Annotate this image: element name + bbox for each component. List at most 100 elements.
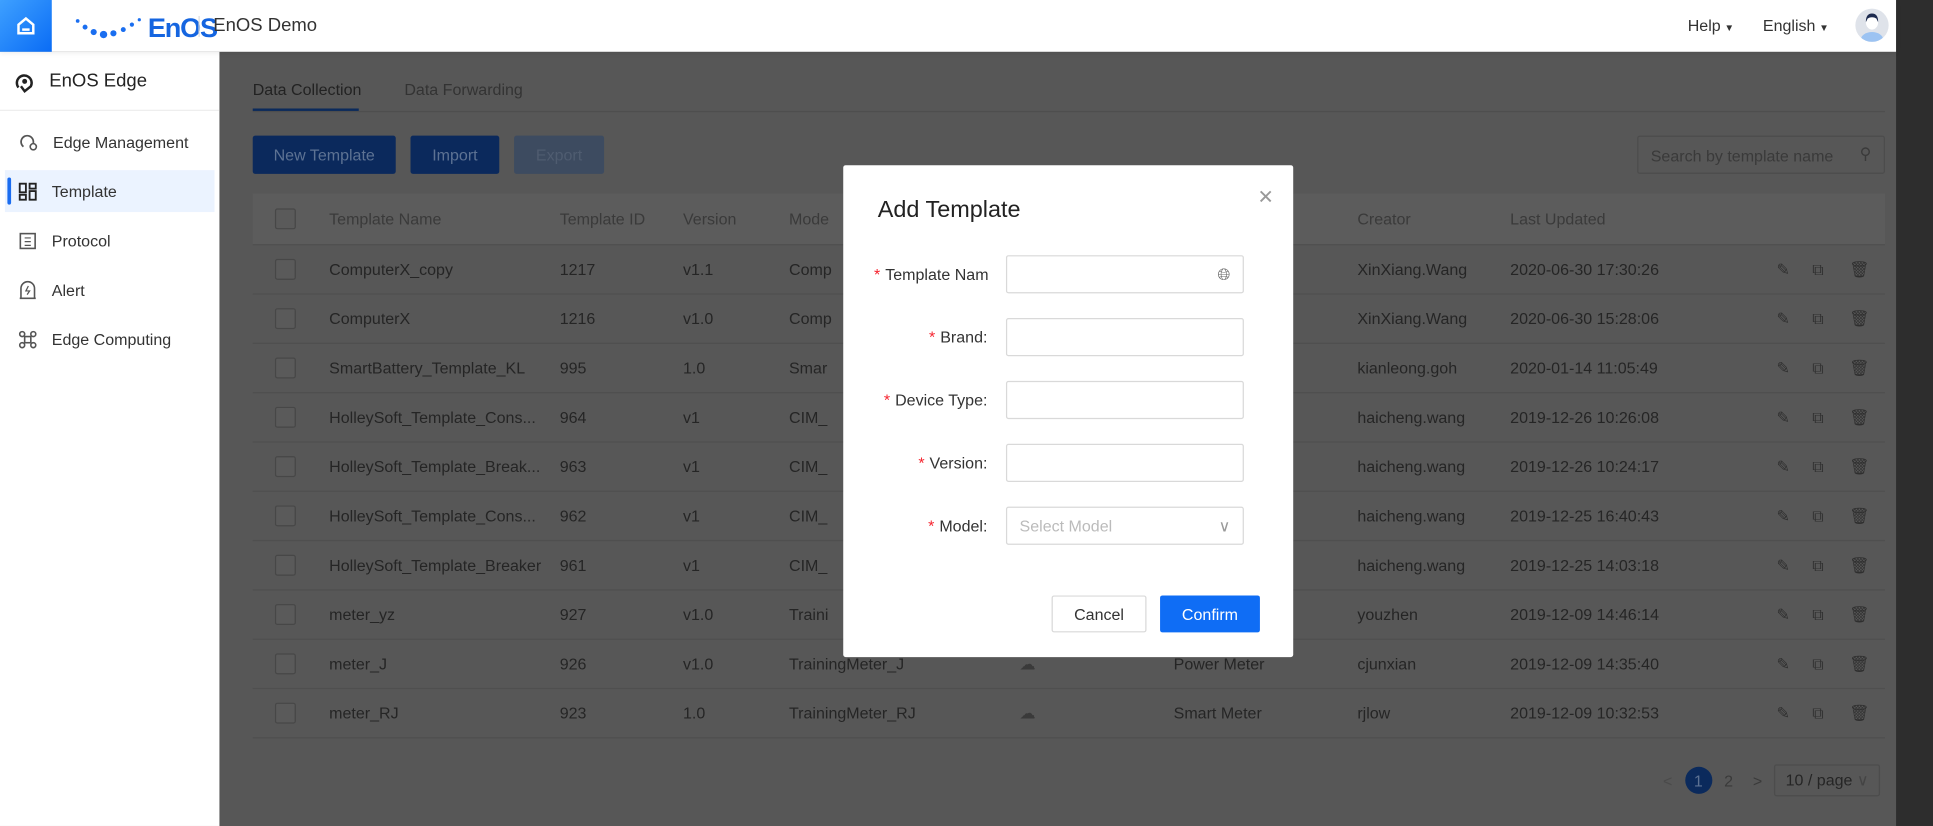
copy-icon[interactable]: ⧉	[1812, 689, 1823, 737]
sidebar-item-template[interactable]: Template	[4, 170, 215, 213]
edit-icon[interactable]: ✎	[1776, 295, 1789, 343]
version-cell: v1.0	[682, 605, 714, 624]
row-checkbox[interactable]	[274, 308, 296, 330]
copy-icon[interactable]: ⧉	[1812, 443, 1823, 491]
edit-icon[interactable]: ✎	[1776, 245, 1789, 293]
import-button[interactable]: Import	[410, 135, 500, 174]
template-name-cell: HolleySoft_Template_Breaker	[329, 555, 542, 575]
copy-icon[interactable]: ⧉	[1812, 541, 1823, 589]
copy-icon[interactable]: ⧉	[1812, 591, 1823, 639]
next-page-icon[interactable]: >	[1753, 771, 1762, 789]
edit-icon[interactable]: ✎	[1776, 344, 1789, 392]
new-template-button[interactable]: New Template	[252, 135, 396, 174]
delete-icon[interactable]: 🗑	[1849, 591, 1869, 639]
template-id-cell: 1217	[559, 260, 596, 279]
row-checkbox[interactable]	[274, 702, 296, 724]
field-input-3[interactable]	[1005, 443, 1244, 483]
sidebar-item-edge-management[interactable]: Edge Management	[5, 121, 215, 163]
row-checkbox[interactable]	[274, 554, 296, 576]
tab-data-forwarding[interactable]: Data Forwarding	[404, 80, 522, 98]
edit-icon[interactable]: ✎	[1776, 640, 1789, 688]
confirm-button[interactable]: Confirm	[1160, 595, 1260, 633]
device-type-cell: Smart Meter	[1173, 703, 1262, 723]
last-updated-cell: 2019-12-09 14:46:14	[1510, 605, 1660, 624]
language-label: English	[1762, 16, 1816, 35]
help-menu[interactable]: Help ▼	[1688, 16, 1734, 34]
page-2[interactable]: 2	[1724, 771, 1733, 789]
copy-icon[interactable]: ⧉	[1812, 492, 1823, 540]
edit-icon[interactable]: ✎	[1776, 541, 1789, 589]
delete-icon[interactable]: 🗑	[1849, 689, 1869, 737]
sidebar-title: EnOS Edge	[0, 52, 220, 111]
select-all-checkbox[interactable]	[274, 208, 296, 230]
copy-icon[interactable]: ⧉	[1812, 640, 1823, 688]
tab-data-collection[interactable]: Data Collection	[253, 80, 362, 98]
delete-icon[interactable]: 🗑	[1849, 245, 1869, 293]
delete-icon[interactable]: 🗑	[1849, 541, 1869, 589]
help-label: Help	[1687, 16, 1721, 35]
table-row[interactable]: meter_RJ 923 1.0 TrainingMeter_RJ Smart Mete…	[252, 689, 1885, 739]
field-input-0[interactable]: 🌐︎	[1005, 255, 1244, 294]
export-button[interactable]: Export	[514, 135, 605, 174]
edit-icon[interactable]: ✎	[1776, 591, 1789, 639]
edit-icon[interactable]: ✎	[1776, 492, 1789, 540]
last-updated-cell: 2019-12-09 14:35:40	[1510, 654, 1660, 674]
sidebar-item-edge-computing[interactable]: Edge Computing	[5, 318, 215, 360]
copy-icon[interactable]: ⧉	[1812, 245, 1823, 293]
col-template-name[interactable]: Template Name	[329, 194, 441, 245]
col-template-id[interactable]: Template ID	[560, 194, 646, 245]
copy-icon[interactable]: ⧉	[1812, 295, 1823, 343]
col-model[interactable]: Mode	[789, 194, 829, 245]
search-icon[interactable]: ⚲	[1860, 144, 1872, 164]
delete-icon[interactable]: 🗑	[1849, 443, 1869, 491]
col-version[interactable]: Version	[683, 194, 736, 245]
template-id-cell: 923	[559, 703, 587, 723]
model-select-placeholder: Select Model	[1019, 516, 1113, 536]
last-updated-cell: 2020-06-30 15:28:06	[1510, 309, 1660, 328]
prev-page-icon[interactable]: <	[1663, 771, 1672, 789]
page-1[interactable]: 1	[1684, 766, 1712, 794]
row-checkbox[interactable]	[274, 456, 296, 478]
delete-icon[interactable]: 🗑	[1849, 393, 1869, 441]
close-icon[interactable]: ✕	[1257, 185, 1274, 210]
field-input-2[interactable]	[1005, 380, 1244, 420]
version-cell: v1	[682, 408, 700, 427]
delete-icon[interactable]: 🗑	[1849, 295, 1869, 343]
last-updated-cell: 2019-12-09 10:32:53	[1510, 703, 1660, 723]
field-input-1[interactable]	[1005, 318, 1244, 357]
globe-icon[interactable]: 🌐︎	[1218, 264, 1231, 284]
delete-icon[interactable]: 🗑	[1849, 344, 1869, 392]
field-label: * Brand:	[929, 327, 988, 347]
row-checkbox[interactable]	[274, 604, 296, 626]
row-checkbox[interactable]	[274, 653, 296, 675]
home-button[interactable]	[0, 0, 52, 52]
sidebar-item-protocol[interactable]: Protocol	[5, 219, 215, 261]
edit-icon[interactable]: ✎	[1776, 393, 1789, 441]
field-input-4[interactable]: Select Model ∨	[1005, 506, 1244, 545]
enos-logo[interactable]: EnOS	[74, 12, 218, 44]
creator-cell: XinXiang.Wang	[1357, 260, 1468, 279]
copy-icon[interactable]: ⧉	[1812, 344, 1823, 392]
edit-icon[interactable]: ✎	[1776, 443, 1789, 491]
row-checkbox[interactable]	[274, 505, 296, 527]
sidebar-item-alert[interactable]: Alert	[5, 269, 215, 311]
delete-icon[interactable]: 🗑	[1849, 492, 1869, 540]
page-size-select[interactable]: 10 / page ∨	[1774, 764, 1880, 797]
col-creator[interactable]: Creator	[1357, 194, 1410, 245]
template-id-cell: 926	[559, 654, 587, 674]
caret-down-icon: ▼	[1819, 22, 1829, 34]
search-placeholder: Search by template name	[1650, 146, 1834, 166]
copy-icon[interactable]: ⧉	[1812, 393, 1823, 441]
edit-icon[interactable]: ✎	[1776, 689, 1789, 737]
delete-icon[interactable]: 🗑	[1849, 640, 1869, 688]
row-checkbox[interactable]	[274, 357, 296, 379]
avatar[interactable]	[1855, 8, 1889, 42]
right-toolbar-strip	[1896, 0, 1933, 826]
cancel-button[interactable]: Cancel	[1051, 595, 1147, 633]
row-checkbox[interactable]	[274, 406, 296, 428]
row-checkbox[interactable]	[274, 258, 296, 280]
language-menu[interactable]: English ▼	[1763, 16, 1829, 34]
col-last-updated[interactable]: Last Updated	[1510, 194, 1605, 245]
brand-name: EnOS	[147, 12, 218, 44]
search-input[interactable]: Search by template name ⚲	[1637, 135, 1885, 174]
